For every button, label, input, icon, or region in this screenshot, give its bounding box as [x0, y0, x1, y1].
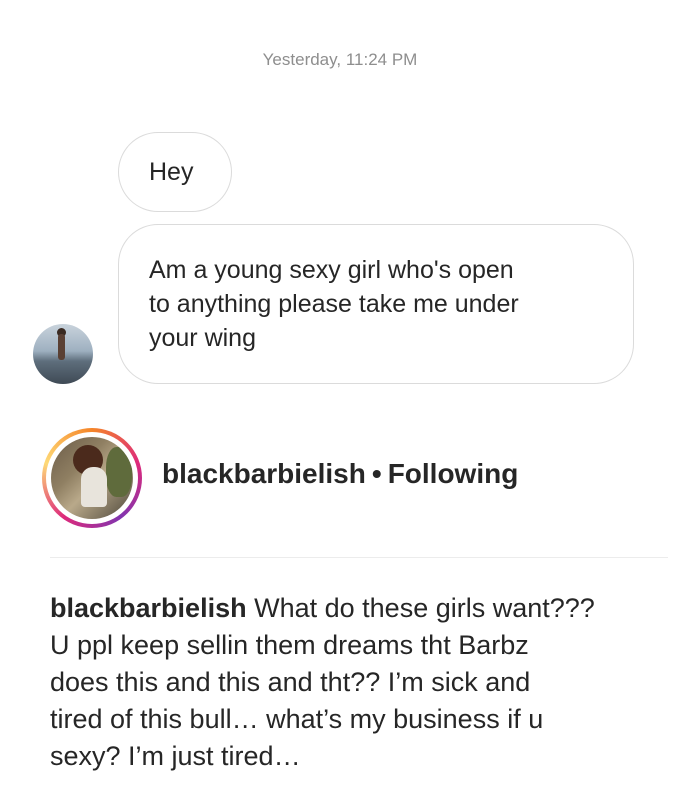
story-ring-avatar[interactable] — [42, 428, 142, 528]
profile-photo — [51, 437, 133, 519]
post-username[interactable]: blackbarbielish — [162, 458, 366, 489]
caption-line: does this and this and tht?? I’m sick an… — [50, 667, 531, 697]
sender-avatar[interactable] — [33, 324, 93, 384]
avatar-figure-body — [58, 334, 65, 360]
caption-text: What do these girls want??? — [254, 593, 595, 623]
message-text-line: Am a young sexy girl who's open — [149, 256, 514, 284]
post-header: blackbarbielish • Following — [162, 458, 518, 490]
caption-line: tired of this bull… what’s my business i… — [50, 704, 544, 734]
message-bubble[interactable]: Am a young sexy girl who's open to anyth… — [118, 224, 634, 384]
post-caption: blackbarbielish What do these girls want… — [50, 590, 662, 775]
photo-figure — [81, 467, 107, 507]
message-timestamp: Yesterday, 11:24 PM — [262, 50, 418, 69]
caption-line: U ppl keep sellin them dreams tht Barbz — [50, 630, 529, 660]
header-separator: • — [371, 458, 382, 489]
message-text-line: to anything please take me under — [149, 290, 519, 318]
divider — [50, 557, 668, 558]
message-text-line: your wing — [149, 324, 256, 352]
caption-line: sexy? I’m just tired… — [50, 741, 301, 771]
photo-foliage — [106, 447, 132, 497]
message-text: Hey — [149, 158, 194, 186]
following-button[interactable]: Following — [388, 458, 519, 489]
message-bubble[interactable]: Hey — [118, 132, 232, 212]
caption-username[interactable]: blackbarbielish — [50, 593, 247, 623]
caption-line: blackbarbielish What do these girls want… — [50, 590, 662, 627]
